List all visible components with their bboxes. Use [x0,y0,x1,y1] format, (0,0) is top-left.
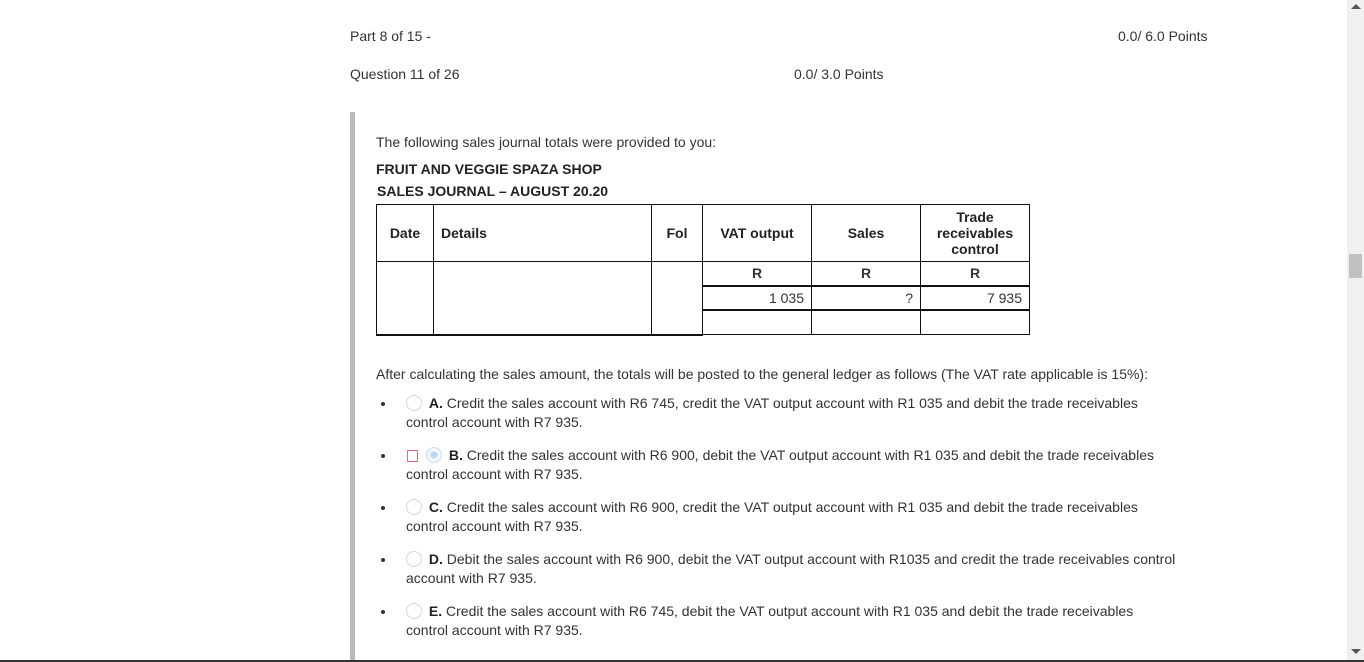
bullet-icon [381,506,385,510]
radio-selected-icon[interactable] [426,447,442,463]
shop-name: FRUIT AND VEGGIE SPAZA SHOP [376,161,602,177]
option-text: Credit the sales account with R6 745, cr… [406,395,1138,430]
currency-trade: R [920,261,1030,287]
question-intro: The following sales journal totals were … [376,134,717,150]
journal-title: SALES JOURNAL – AUGUST 20.20 [377,183,609,199]
bullet-icon [381,454,385,458]
scroll-thumb[interactable] [1349,254,1362,278]
part-label: Part 8 of 15 - [350,28,431,44]
scroll-down-arrow-icon[interactable] [1351,649,1361,654]
part-points: 0.0/ 6.0 Points [1118,28,1208,44]
option-letter: A. [428,395,443,411]
radio-icon[interactable] [406,395,422,411]
option-e[interactable]: E. Credit the sales account with R6 745,… [376,602,1176,640]
table-header-row: Date Details Fol VAT output Sales Trade … [376,204,1030,262]
details-cell [433,261,652,336]
date-cell [376,261,434,336]
question-label: Question 11 of 26 [350,66,460,82]
option-letter: B. [448,447,463,463]
header-trade-receivables: Trade receivables control [920,204,1030,262]
sales-journal-table: Date Details Fol VAT output Sales Trade … [376,204,1030,336]
bullet-icon [381,610,385,614]
incorrect-flag-icon [407,450,418,462]
option-letter: C. [428,499,443,515]
option-d[interactable]: D. Debit the sales account with R6 900, … [376,550,1176,588]
radio-icon[interactable] [406,551,422,567]
question-points: 0.0/ 3.0 Points [794,66,884,82]
option-text: Debit the sales account with R6 900, deb… [406,551,1176,586]
quiz-page: Part 8 of 15 - 0.0/ 6.0 Points Question … [0,0,1347,662]
option-a[interactable]: A. Credit the sales account with R6 745,… [376,394,1176,432]
option-c[interactable]: C. Credit the sales account with R6 900,… [376,498,1176,536]
total-trade-receivables: 7 935 [920,285,1030,311]
header-date: Date [376,204,434,262]
answer-options: A. Credit the sales account with R6 745,… [376,394,1176,654]
radio-icon[interactable] [406,603,422,619]
option-text: Credit the sales account with R6 900, cr… [406,499,1138,534]
currency-vat: R [702,261,812,287]
total-sales: ? [811,285,921,311]
header-sales: Sales [811,204,921,262]
currency-row: R R R [376,261,1030,336]
question-instruction: After calculating the sales amount, the … [376,366,1148,382]
option-letter: D. [428,551,443,567]
currency-sales: R [811,261,921,287]
empty-cell [702,309,812,335]
scroll-up-arrow-icon[interactable] [1351,4,1361,9]
header-details: Details [433,204,652,262]
vertical-scrollbar[interactable] [1347,0,1364,662]
bullet-icon [381,558,385,562]
bullet-icon [381,402,385,406]
option-text: Credit the sales account with R6 900, de… [406,447,1154,482]
header-fol: Fol [651,204,703,262]
empty-cell [920,309,1030,335]
option-b[interactable]: B. Credit the sales account with R6 900,… [376,446,1176,484]
radio-icon[interactable] [406,499,422,515]
total-vat-output: 1 035 [702,285,812,311]
header-vat-output: VAT output [702,204,812,262]
option-text: Credit the sales account with R6 745, de… [406,603,1134,638]
option-letter: E. [428,603,443,619]
fol-cell [651,261,703,336]
empty-cell [811,309,921,335]
